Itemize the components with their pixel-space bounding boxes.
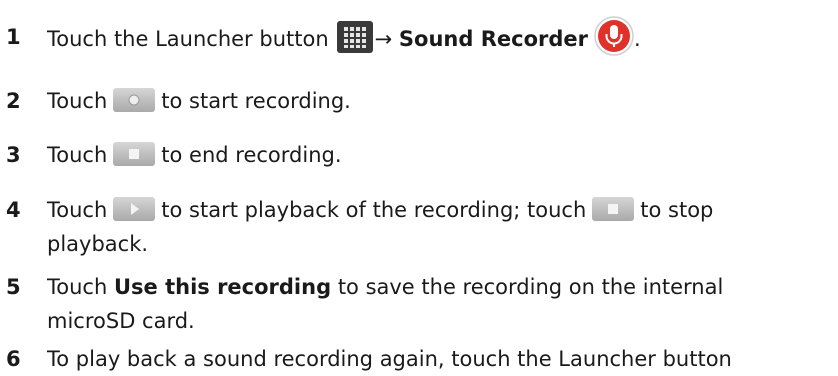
step-text: to stop	[640, 198, 714, 222]
step-number: 3	[6, 143, 21, 167]
button-label-reference: Use this recording	[113, 275, 332, 299]
step-text-continued: playback.	[47, 232, 149, 256]
step-text: Touch	[47, 275, 108, 299]
step-number: 2	[6, 89, 21, 113]
stop-button-icon	[592, 197, 635, 221]
step-text: to start recording.	[161, 89, 351, 113]
step-number: 4	[6, 198, 21, 222]
app-name: Sound Recorder	[398, 27, 588, 51]
step-text: Touch	[47, 143, 108, 167]
stop-button-icon	[113, 142, 156, 166]
play-button-icon	[113, 197, 156, 221]
step-number: 6	[6, 347, 21, 371]
step-text: to start playback of the recording; touc…	[161, 198, 587, 222]
step-text: to end recording.	[161, 143, 342, 167]
step-text: to save the recording on the internal	[337, 275, 724, 299]
step-number: 1	[6, 25, 21, 49]
step-text: Touch the Launcher button	[47, 27, 329, 51]
step-text-end: .	[634, 27, 641, 51]
step-text: Touch	[47, 198, 108, 222]
arrow: →	[374, 27, 393, 51]
launcher-grid-icon	[336, 21, 373, 53]
sound-recorder-mic-icon	[594, 16, 634, 56]
step-text-continued: microSD card.	[47, 309, 195, 333]
step-text: To play back a sound recording again, to…	[47, 347, 732, 371]
step-text: Touch	[47, 89, 108, 113]
step-number: 5	[6, 275, 21, 299]
record-button-icon	[113, 88, 156, 112]
